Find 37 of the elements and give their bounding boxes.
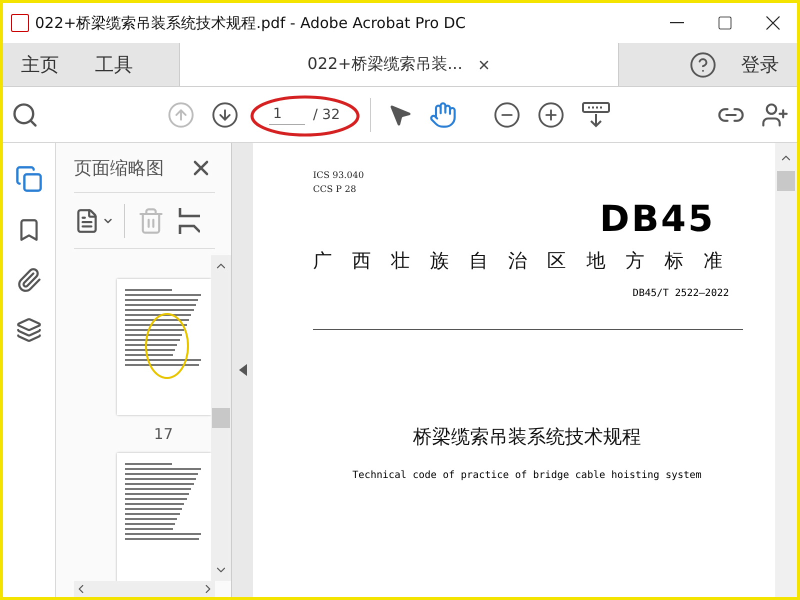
- page-number-label: 17: [154, 425, 173, 443]
- app-icon: [11, 14, 29, 32]
- zoom-out-button[interactable]: [492, 100, 521, 128]
- login-button[interactable]: 登录: [717, 43, 797, 86]
- paperclip-icon[interactable]: [16, 267, 42, 293]
- add-user-icon[interactable]: [761, 100, 789, 128]
- document-subtitle: Technical code of practice of bridge cable hoisting system: [352, 470, 702, 481]
- maximize-button[interactable]: [717, 15, 733, 31]
- page-thumbnail[interactable]: [117, 279, 211, 415]
- help-icon[interactable]: [689, 50, 717, 78]
- search-button[interactable]: [11, 100, 39, 128]
- standard-number: DB45/T 2522—2022: [632, 288, 729, 299]
- panel-title: 页面缩略图: [74, 156, 164, 180]
- standard-code: DB45: [600, 199, 715, 240]
- tab[interactable]: 工具: [77, 43, 151, 86]
- close-button[interactable]: [766, 16, 780, 30]
- keyboard-download-button[interactable]: [580, 100, 611, 130]
- tab[interactable]: 022+桥梁缆索吊装...: [179, 43, 619, 86]
- pages-icon[interactable]: [15, 165, 43, 193]
- page-total: / 32: [313, 106, 340, 122]
- zoom-in-button[interactable]: [536, 100, 565, 128]
- tab[interactable]: 主页: [3, 43, 77, 86]
- page-split-icon[interactable]: [177, 206, 201, 236]
- issuer-heading: 广 西 壮 族 自 治 区 地 方 标 准: [313, 249, 730, 274]
- hand-tool-button[interactable]: [428, 100, 457, 128]
- collapse-caret-icon[interactable]: [238, 364, 248, 376]
- page-thumbnail[interactable]: [117, 453, 211, 581]
- document-title: 桥梁缆索吊装系统技术规程: [413, 425, 641, 450]
- ccs-code: CCS P 28: [313, 184, 358, 197]
- page-number-field[interactable]: 1: [269, 104, 305, 125]
- next-page-button[interactable]: [211, 100, 239, 128]
- layers-icon[interactable]: [16, 317, 42, 343]
- stamp-drawing: [145, 313, 189, 379]
- horizontal-scroll-bar[interactable]: [74, 581, 215, 597]
- ics-code: ICS 93.040: [313, 170, 365, 183]
- window-title: 022+桥梁缆索吊装系统技术规程.pdf - Adobe Acrobat Pro DC: [35, 14, 467, 32]
- minimize-button[interactable]: [670, 22, 684, 24]
